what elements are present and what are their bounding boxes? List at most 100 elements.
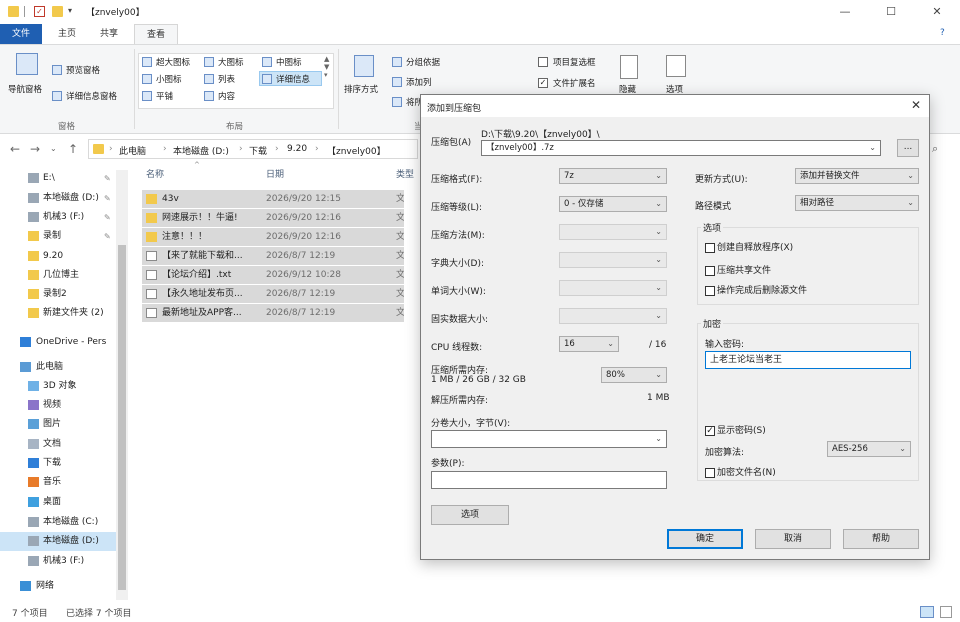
maximize-icon[interactable]: ☐ <box>868 0 914 24</box>
enc-method-label: 加密算法: <box>705 448 745 458</box>
nav-item[interactable]: 网络 <box>0 577 116 596</box>
column-header-date[interactable]: 日期 <box>266 167 284 180</box>
back-arrow-icon[interactable]: ← <box>10 142 20 156</box>
tab-home[interactable]: 主页 <box>46 24 88 44</box>
column-header-name[interactable]: 名称 <box>146 167 164 180</box>
nav-item[interactable]: 新建文件夹 (2) <box>0 304 116 323</box>
show-password-checkbox[interactable]: ✓ 显示密码(S) <box>705 423 766 436</box>
cancel-button[interactable]: 取消 <box>755 529 831 549</box>
mem-select[interactable]: 80% ⌄ <box>601 367 667 383</box>
navigation-pane-icon[interactable] <box>16 53 38 75</box>
nav-item[interactable]: 本地磁盘 (D:) ✎ <box>0 189 116 208</box>
format-select[interactable]: 7z ⌄ <box>559 168 667 184</box>
file-ext-toggle[interactable]: ✓ <box>538 78 548 88</box>
nav-item[interactable]: 3D 对象 <box>0 377 116 396</box>
file-row[interactable]: 注意！！！ 2026/9/20 12:16 文件 <box>142 228 404 246</box>
nav-item[interactable]: 桌面 <box>0 493 116 512</box>
enc-method-select[interactable]: AES-256 ⌄ <box>827 441 911 457</box>
nav-item[interactable]: 机械3 (F:) <box>0 552 116 571</box>
dialog-close-icon[interactable]: ✕ <box>911 98 921 112</box>
nav-item[interactable]: E:\ ✎ <box>0 169 116 188</box>
nav-item[interactable]: 下载 <box>0 454 116 473</box>
nav-item[interactable]: 文档 <box>0 435 116 454</box>
nav-item[interactable]: OneDrive - Pers <box>0 333 116 352</box>
customize-toolbar-icon[interactable]: ▾ <box>68 6 79 17</box>
nav-item[interactable]: 图片 <box>0 415 116 434</box>
sort-by-button[interactable]: 排序方式 <box>344 83 378 95</box>
file-row[interactable]: 网速展示！！牛逼! 2026/9/20 12:16 文件 <box>142 209 404 227</box>
file-row[interactable]: 最新地址及APP客... 2026/8/7 12:19 文本 <box>142 304 404 322</box>
level-select[interactable]: 0 - 仅存储 ⌄ <box>559 196 667 212</box>
chevron-down-icon: ⌄ <box>869 143 876 152</box>
split-combo[interactable]: ⌄ <box>431 430 667 448</box>
solid-select: ⌄ <box>559 308 667 324</box>
layout-details[interactable]: 详细信息 <box>276 73 310 85</box>
group-by-button[interactable]: 分组依据 <box>406 56 440 68</box>
help-button[interactable]: 帮助 <box>843 529 919 549</box>
cpu-select[interactable]: 16 ⌄ <box>559 336 619 352</box>
layout-content[interactable]: 内容 <box>218 90 235 102</box>
layout-list[interactable]: 列表 <box>218 73 235 85</box>
nav-scrollbar-thumb[interactable] <box>118 245 126 590</box>
file-row[interactable]: 43v 2026/9/20 12:15 文件 <box>142 190 404 208</box>
mem-info: 1 MB / 26 GB / 32 GB <box>431 375 526 385</box>
details-pane-button[interactable]: 详细信息窗格 <box>66 90 117 102</box>
nav-item[interactable]: 录制2 <box>0 285 116 304</box>
properties-icon[interactable]: ✓ <box>34 6 45 17</box>
nav-item[interactable]: 机械3 (F:) ✎ <box>0 208 116 227</box>
update-select[interactable]: 添加并替换文件 ⌄ <box>795 168 919 184</box>
tab-share[interactable]: 共享 <box>88 24 130 44</box>
nav-item[interactable]: 录制 ✎ <box>0 227 116 246</box>
params-input[interactable] <box>431 471 667 489</box>
breadcrumb-downloads[interactable]: 下载 <box>249 144 267 157</box>
nav-item[interactable]: 9.20 <box>0 247 116 266</box>
password-input[interactable]: 上老王论坛当老王 <box>705 351 911 369</box>
sfx-checkbox[interactable]: 创建自释放程序(X) <box>705 240 793 253</box>
new-folder-icon[interactable] <box>52 6 63 17</box>
help-icon[interactable]: ? <box>940 28 945 38</box>
nav-item[interactable]: 视频 <box>0 396 116 415</box>
browse-button[interactable]: ... <box>897 139 919 157</box>
address-box[interactable]: › 此电脑 › 本地磁盘 (D:) › 下载 › 9.20 › 【znvely0… <box>88 139 418 159</box>
recent-locations-icon[interactable]: ⌄ <box>50 144 57 153</box>
nav-item[interactable]: 音乐 <box>0 473 116 492</box>
path-select[interactable]: 相对路径 ⌄ <box>795 195 919 211</box>
nav-item[interactable]: 此电脑 <box>0 358 116 377</box>
tab-file[interactable]: 文件 <box>0 24 43 44</box>
close-icon[interactable]: ✕ <box>914 0 960 24</box>
breadcrumb-drive-d[interactable]: 本地磁盘 (D:) <box>173 144 229 157</box>
nav-item[interactable]: 几位博主 <box>0 266 116 285</box>
column-header-type[interactable]: 类型 <box>396 167 414 180</box>
add-column-button[interactable]: 添加列 <box>406 76 432 88</box>
item-checkbox-toggle[interactable] <box>538 57 548 67</box>
file-row[interactable]: 【永久地址发布页... 2026/8/7 12:19 文本 <box>142 285 404 303</box>
tab-view[interactable]: 查看 <box>134 24 179 44</box>
layout-tiles[interactable]: 平铺 <box>156 90 173 102</box>
gallery-scroll-icon[interactable]: ▲ ▼ ▾ <box>324 55 329 79</box>
breadcrumb-current[interactable]: 【znvely00】 <box>327 144 386 157</box>
details-view-icon[interactable] <box>920 606 934 618</box>
minimize-icon[interactable]: — <box>822 0 868 24</box>
up-arrow-icon[interactable]: ↑ <box>68 142 78 156</box>
layout-s-icons[interactable]: 小图标 <box>156 73 182 85</box>
layout-l-icons[interactable]: 大图标 <box>218 56 244 68</box>
nav-item[interactable]: 本地磁盘 (C:) <box>0 513 116 532</box>
breadcrumb-920[interactable]: 9.20 <box>287 144 307 154</box>
delete-checkbox[interactable]: 操作完成后删除源文件 <box>705 283 807 296</box>
file-row[interactable]: 【来了就能下载和... 2026/8/7 12:19 文本 <box>142 247 404 265</box>
nav-item[interactable]: 本地磁盘 (D:) <box>0 532 116 551</box>
large-icons-view-icon[interactable] <box>940 606 952 618</box>
preview-pane-button[interactable]: 预览窗格 <box>66 64 100 76</box>
file-row[interactable]: 【论坛介绍】.txt 2026/9/12 10:28 文本 <box>142 266 404 284</box>
forward-arrow-icon[interactable]: → <box>30 142 40 156</box>
layout-xl-icons[interactable]: 超大图标 <box>156 56 190 68</box>
archive-name-combo[interactable]: 【znvely00】.7z ⌄ <box>481 140 881 156</box>
encrypt-names-checkbox[interactable]: 加密文件名(N) <box>705 465 776 478</box>
shared-checkbox[interactable]: 压缩共享文件 <box>705 263 771 276</box>
breadcrumb-this-pc[interactable]: 此电脑 <box>119 144 146 157</box>
search-icon[interactable]: ⌕ <box>932 142 938 156</box>
layout-m-icons[interactable]: 中图标 <box>276 56 302 68</box>
ok-button[interactable]: 确定 <box>667 529 743 549</box>
navigation-pane-button[interactable]: 导航窗格 <box>8 83 42 95</box>
options-button[interactable]: 选项 <box>431 505 509 525</box>
